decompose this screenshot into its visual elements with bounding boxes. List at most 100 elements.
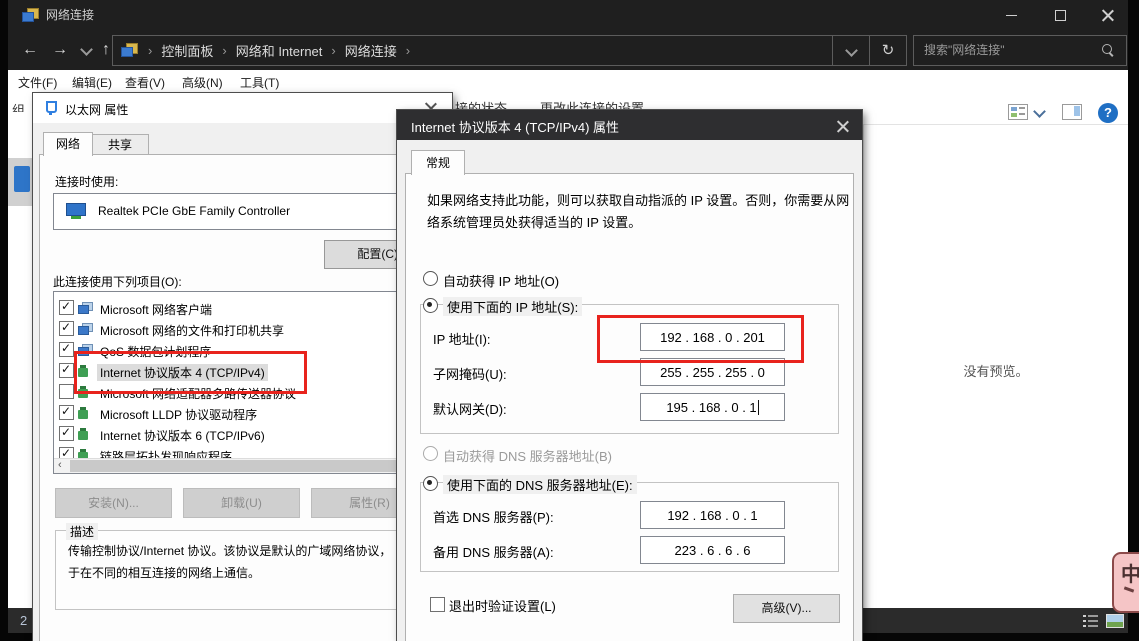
scrollbar-thumb[interactable] [70,460,400,472]
view-options-chevron-icon[interactable] [1033,105,1046,118]
auto-dns-radio[interactable] [423,446,438,461]
breadcrumb-network-connections[interactable]: 网络连接 [341,41,401,60]
subnet-mask-value: 255 . 255 . 255 . 0 [641,359,784,385]
connection-icon [14,166,30,192]
tab-sharing[interactable]: 共享 [91,134,149,156]
checkbox-icon[interactable] [59,300,74,315]
ip-address-label: IP 地址(I): [433,329,491,348]
adapter-name: Realtek PCIe GbE Family Controller [98,204,290,218]
uninstall-button[interactable]: 卸载(U) [183,488,300,518]
network-adapter-icon [66,203,86,219]
help-icon[interactable]: ? [1098,103,1118,123]
ethernet-properties-dialog: 以太网 属性 网络 共享 连接时使用: Realtek PCIe GbE Fam… [33,93,452,641]
manual-dns-radio[interactable] [423,476,438,491]
breadcrumb-separator-icon [326,43,340,58]
breadcrumb-separator-icon [401,43,415,58]
dns-primary-field[interactable]: 192 . 168 . 0 . 1 [640,501,785,529]
list-item-label: Microsoft 网络的文件和打印机共享 [100,322,284,339]
search-input[interactable]: 搜索"网络连接" [913,35,1127,66]
list-item[interactable]: QoS 数据包计划程序 [54,340,436,361]
network-connections-icon [22,8,38,22]
details-view-icon[interactable] [1083,615,1098,627]
list-item[interactable]: Internet 协议版本 6 (TCP/IPv6) [54,424,436,445]
toolbar: ← → ↑ 控制面板 网络和 Internet 网络连接 ↻ 搜索 [8,30,1128,70]
connect-using-label: 连接时使用: [55,173,118,190]
forward-button[interactable]: → [52,30,68,70]
close-button[interactable] [1088,2,1128,28]
checkbox-icon[interactable] [59,426,74,441]
list-item[interactable]: Microsoft 网络客户端 [54,298,436,319]
address-bar[interactable]: 控制面板 网络和 Internet 网络连接 ↻ [112,35,907,66]
preview-pane-icon[interactable] [1062,104,1082,120]
checkbox-icon[interactable] [59,342,74,357]
maximize-button[interactable] [1040,2,1080,28]
address-dropdown-button[interactable] [832,36,869,65]
list-item-tcpipv4[interactable]: Internet 协议版本 4 (TCP/IPv4) [54,361,436,382]
list-item[interactable]: Microsoft LLDP 协议驱动程序 [54,403,436,424]
horizontal-scrollbar[interactable]: ‹ [54,458,434,473]
selected-connection-ghost [8,158,33,206]
description-line2: 于在不同的相互连接的网络上通信。 [68,564,260,581]
ip-address-value: 192 . 168 . 0 . 201 [641,324,784,350]
minimize-button[interactable] [992,2,1032,28]
screen: 网络连接 ← → ↑ 控制面板 网络和 Internet 网络连接 [0,0,1139,641]
window-title: 网络连接 [46,0,94,30]
validate-settings-checkbox[interactable] [430,597,445,612]
back-button[interactable]: ← [22,30,38,70]
list-item[interactable]: Microsoft 网络适配器多路传送器协议 [54,382,436,403]
dialog-titlebar: Internet 协议版本 4 (TCP/IPv4) 属性 [397,110,862,140]
checkbox-icon[interactable] [59,384,74,399]
breadcrumb-control-panel[interactable]: 控制面板 [157,41,217,60]
tab-network[interactable]: 网络 [43,132,93,156]
commandbar-view-status-fragment[interactable]: 接的状态 [455,98,507,110]
checkbox-icon[interactable] [59,363,74,378]
description-line1: 传输控制协议/Internet 协议。该协议是默认的广域网络协议， [68,542,391,559]
protocol-icon [78,368,88,377]
change-view-icon[interactable] [1008,104,1028,120]
list-item[interactable]: Microsoft 网络的文件和打印机共享 [54,319,436,340]
subnet-mask-label: 子网掩码(U): [433,364,507,383]
ethernet-plug-icon [45,99,56,115]
tab-general[interactable]: 常规 [411,150,465,175]
scroll-left-icon[interactable]: ‹ [58,459,62,472]
default-gateway-value: 195 . 168 . 0 . 1 [666,400,756,415]
thumbnail-view-icon[interactable] [1106,614,1124,628]
close-icon [1102,9,1114,21]
list-item-label: Internet 协议版本 6 (TCP/IPv6) [100,427,265,444]
description-title: 描述 [66,523,98,540]
protocol-list[interactable]: Microsoft 网络客户端 Microsoft 网络的文件和打印机共享 Qo… [53,291,437,474]
dialog-close-button[interactable] [833,115,853,135]
dns-alternate-field[interactable]: 223 . 6 . 6 . 6 [640,536,785,564]
install-button[interactable]: 安装(N)... [55,488,172,518]
ip-address-field[interactable]: 192 . 168 . 0 . 201 [640,323,785,351]
up-button[interactable]: ↑ [102,30,110,70]
default-gateway-field[interactable]: 195 . 168 . 0 . 1 [640,393,785,421]
breadcrumb-separator-icon [217,43,231,58]
advanced-button[interactable]: 高级(V)... [733,594,840,623]
client-icon [78,302,93,314]
auto-ip-radio[interactable] [423,271,438,286]
share-icon [78,323,93,335]
commandbar-change-settings-fragment[interactable]: 更改此连接的设置 [540,98,644,110]
checkbox-icon[interactable] [59,321,74,336]
auto-ip-label: 自动获得 IP 地址(O) [443,271,559,290]
ime-badge[interactable]: 中 [1112,552,1139,613]
search-placeholder: 搜索"网络连接" [914,36,1126,65]
validate-settings-label: 退出时验证设置(L) [449,596,556,615]
default-gateway-label: 默认网关(D): [433,399,507,418]
manual-dns-label: 使用下面的 DNS 服务器地址(E): [443,475,637,494]
manual-ip-radio[interactable] [423,298,438,313]
search-icon[interactable] [1102,44,1112,54]
breadcrumb-separator-icon [143,43,157,58]
refresh-button[interactable]: ↻ [869,36,906,65]
protocol-icon [78,431,88,440]
checkbox-icon[interactable] [59,405,74,420]
ime-language-label: 中 [1121,558,1139,587]
subnet-mask-field[interactable]: 255 . 255 . 255 . 0 [640,358,785,386]
no-preview-text: 没有预览。 [864,361,1128,380]
recent-locations-chevron-icon[interactable] [80,43,93,56]
intro-line1: 如果网络支持此功能，则可以获取自动指派的 IP 设置。否则，你需要从网 [427,190,849,209]
breadcrumb-network-internet[interactable]: 网络和 Internet [232,41,327,60]
adapter-box: Realtek PCIe GbE Family Controller [53,193,437,230]
description-groupbox: 描述 传输控制协议/Internet 协议。该协议是默认的广域网络协议， 于在不… [55,530,435,610]
